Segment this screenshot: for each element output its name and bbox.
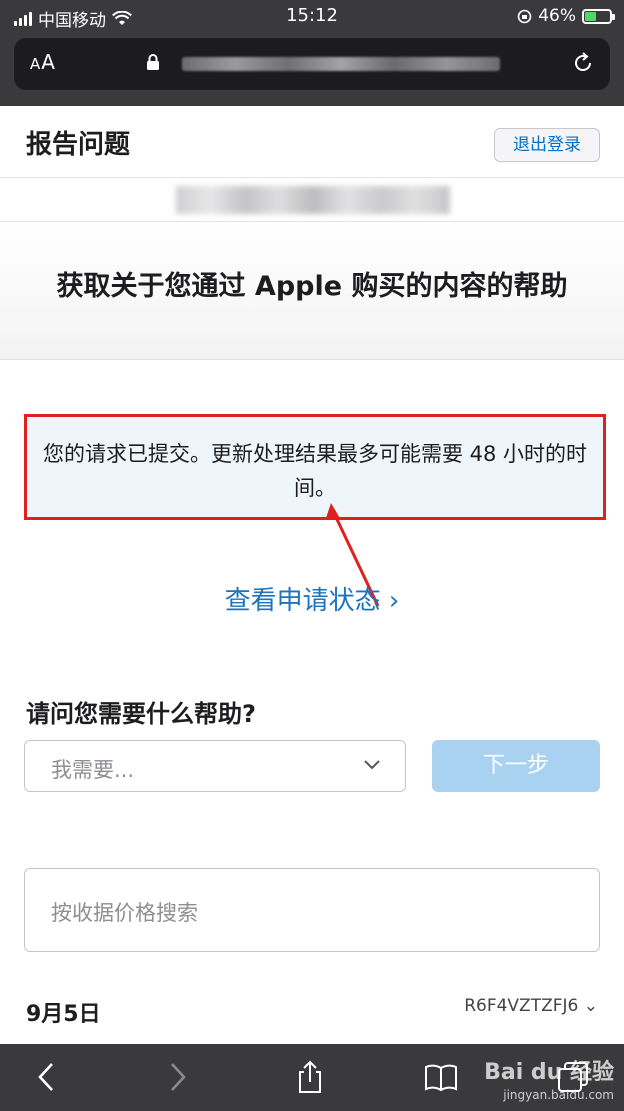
hero-title: 获取关于您通过 Apple 购买的内容的帮助 xyxy=(56,271,568,302)
share-icon[interactable] xyxy=(293,1060,327,1094)
request-submitted-notice: 您的请求已提交。更新处理结果最多可能需要 48 小时的时间。 xyxy=(24,414,606,520)
receipt-search-input[interactable]: 按收据价格搜索 xyxy=(24,868,600,952)
watermark-brand: Bai du 经验 xyxy=(484,1060,614,1085)
address-bar[interactable]: AA xyxy=(14,38,610,90)
account-email-blurred xyxy=(176,186,450,214)
url-text-blurred[interactable] xyxy=(182,57,500,71)
text-size-button[interactable]: AA xyxy=(30,50,56,74)
hero-section: 获取关于您通过 Apple 购买的内容的帮助 xyxy=(0,222,624,360)
back-icon[interactable] xyxy=(30,1060,64,1094)
help-question: 请问您需要什么帮助? xyxy=(26,700,256,728)
battery-percent: 46% xyxy=(538,6,576,26)
chevron-down-icon xyxy=(364,760,380,770)
page-title: 报告问题 xyxy=(26,130,131,160)
status-right: 46% xyxy=(517,6,615,26)
lock-icon xyxy=(147,54,159,70)
rotation-lock-icon xyxy=(517,9,532,23)
page-header: 报告问题 退出登录 xyxy=(0,106,624,178)
battery-icon xyxy=(582,8,615,24)
bookmarks-icon[interactable] xyxy=(424,1060,458,1094)
browser-chrome: 中国移动 15:12 46% AA xyxy=(0,0,624,106)
select-placeholder: 我需要... xyxy=(51,758,135,782)
battery-level xyxy=(585,11,597,21)
reload-icon[interactable] xyxy=(570,50,596,76)
help-topic-select[interactable]: 我需要... xyxy=(24,740,406,792)
browser-toolbar: Bai du 经验 jingyan.baidu.com xyxy=(0,1044,624,1111)
status-bar: 中国移动 15:12 46% xyxy=(0,0,624,34)
logout-button[interactable]: 退出登录 xyxy=(494,128,600,162)
search-placeholder: 按收据价格搜索 xyxy=(51,901,198,925)
forward-icon[interactable] xyxy=(160,1060,194,1094)
view-request-status-link[interactable]: 查看申请状态 › xyxy=(0,580,624,617)
notice-text: 您的请求已提交。更新处理结果最多可能需要 48 小时的时间。 xyxy=(42,442,588,500)
watermark-site: jingyan.baidu.com xyxy=(503,1088,614,1102)
account-row xyxy=(0,178,624,222)
next-button[interactable]: 下一步 xyxy=(432,740,600,792)
receipt-date: 9月5日 xyxy=(26,1002,101,1027)
baidu-watermark: Bai du 经验 jingyan.baidu.com xyxy=(484,1054,614,1102)
order-id-dropdown[interactable]: R6F4VZTZFJ6 ⌄ xyxy=(464,996,598,1016)
